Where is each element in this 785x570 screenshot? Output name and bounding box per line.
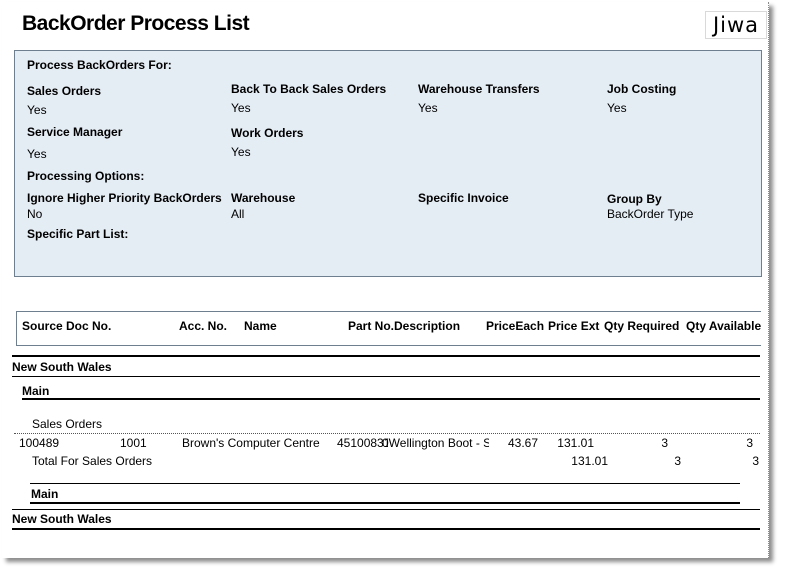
warehouse-transfers-label: Warehouse Transfers bbox=[418, 82, 540, 96]
type-total-label: Total For Sales Orders bbox=[32, 454, 153, 468]
warehouse-footer: Main bbox=[31, 487, 59, 501]
sales-orders-value: Yes bbox=[27, 103, 47, 117]
region-header-rule bbox=[12, 355, 760, 357]
col-qty-available: Qty Available bbox=[686, 319, 762, 333]
row-price-each: 43.67 bbox=[507, 436, 538, 450]
col-qty-required: Qty Required bbox=[604, 319, 680, 333]
region-footer-rule bbox=[12, 509, 760, 510]
back-to-back-value: Yes bbox=[231, 101, 251, 115]
work-orders-label: Work Orders bbox=[231, 126, 304, 140]
group-by-value: BackOrder Type bbox=[607, 207, 694, 221]
col-acc-no: Acc. No. bbox=[179, 319, 228, 333]
col-name: Name bbox=[244, 319, 277, 333]
parameters-panel: Process BackOrders For: Sales Orders Yes… bbox=[14, 50, 762, 277]
job-costing-value: Yes bbox=[607, 101, 627, 115]
col-part-description: Part No.Description bbox=[348, 319, 461, 333]
specific-part-list-label: Specific Part List: bbox=[27, 227, 129, 241]
jiwa-logo: Jiwa bbox=[705, 11, 767, 39]
job-costing-label: Job Costing bbox=[607, 82, 677, 96]
ignore-priority-label: Ignore Higher Priority BackOrders bbox=[27, 191, 222, 205]
type-total-qty-required: 3 bbox=[674, 454, 681, 468]
processing-options-label: Processing Options: bbox=[27, 169, 145, 183]
service-manager-value: Yes bbox=[27, 147, 47, 161]
row-price-ext: 131.01 bbox=[557, 436, 594, 450]
specific-invoice-label: Specific Invoice bbox=[418, 191, 509, 205]
warehouse-footer-underline bbox=[30, 502, 740, 504]
warehouse-transfers-value: Yes bbox=[418, 101, 438, 115]
process-backorders-for-label: Process BackOrders For: bbox=[27, 58, 172, 72]
warehouse-label: Warehouse bbox=[231, 191, 296, 205]
type-header: Sales Orders bbox=[32, 417, 103, 431]
region-header: New South Wales bbox=[12, 360, 112, 374]
row-acc-no: 1001 bbox=[120, 436, 147, 450]
report-page: BackOrder Process List Jiwa Process Back… bbox=[2, 2, 769, 558]
col-price-each: PriceEach bbox=[486, 319, 545, 333]
row-qty-required: 3 bbox=[661, 436, 668, 450]
sales-orders-label: Sales Orders bbox=[27, 84, 102, 98]
ignore-priority-value: No bbox=[27, 207, 43, 221]
col-source-doc: Source Doc No. bbox=[22, 319, 112, 333]
detail-row-rule bbox=[14, 433, 760, 434]
group-by-label: Group By bbox=[607, 192, 662, 206]
warehouse-footer-rule bbox=[30, 483, 740, 484]
col-price-ext: Price Ext bbox=[548, 319, 600, 333]
row-name: Brown's Computer Centre bbox=[182, 436, 320, 450]
region-footer: New South Wales bbox=[12, 512, 112, 526]
row-part-no: 45100831 bbox=[337, 436, 388, 450]
row-description: 0Wellington Boot - Size bbox=[382, 436, 489, 450]
type-total-qty-available: 3 bbox=[752, 454, 759, 468]
work-orders-value: Yes bbox=[231, 145, 251, 159]
row-source-doc: 100489 bbox=[19, 436, 60, 450]
row-qty-available: 3 bbox=[746, 436, 753, 450]
warehouse-header-underline bbox=[22, 398, 760, 400]
type-total-price-ext: 131.01 bbox=[571, 454, 608, 468]
warehouse-value: All bbox=[231, 207, 245, 221]
report-title: BackOrder Process List bbox=[22, 12, 250, 35]
service-manager-label: Service Manager bbox=[27, 125, 123, 139]
back-to-back-label: Back To Back Sales Orders bbox=[231, 82, 387, 96]
warehouse-header: Main bbox=[22, 384, 50, 398]
region-footer-underline bbox=[12, 528, 760, 530]
region-header-underline bbox=[12, 376, 760, 377]
